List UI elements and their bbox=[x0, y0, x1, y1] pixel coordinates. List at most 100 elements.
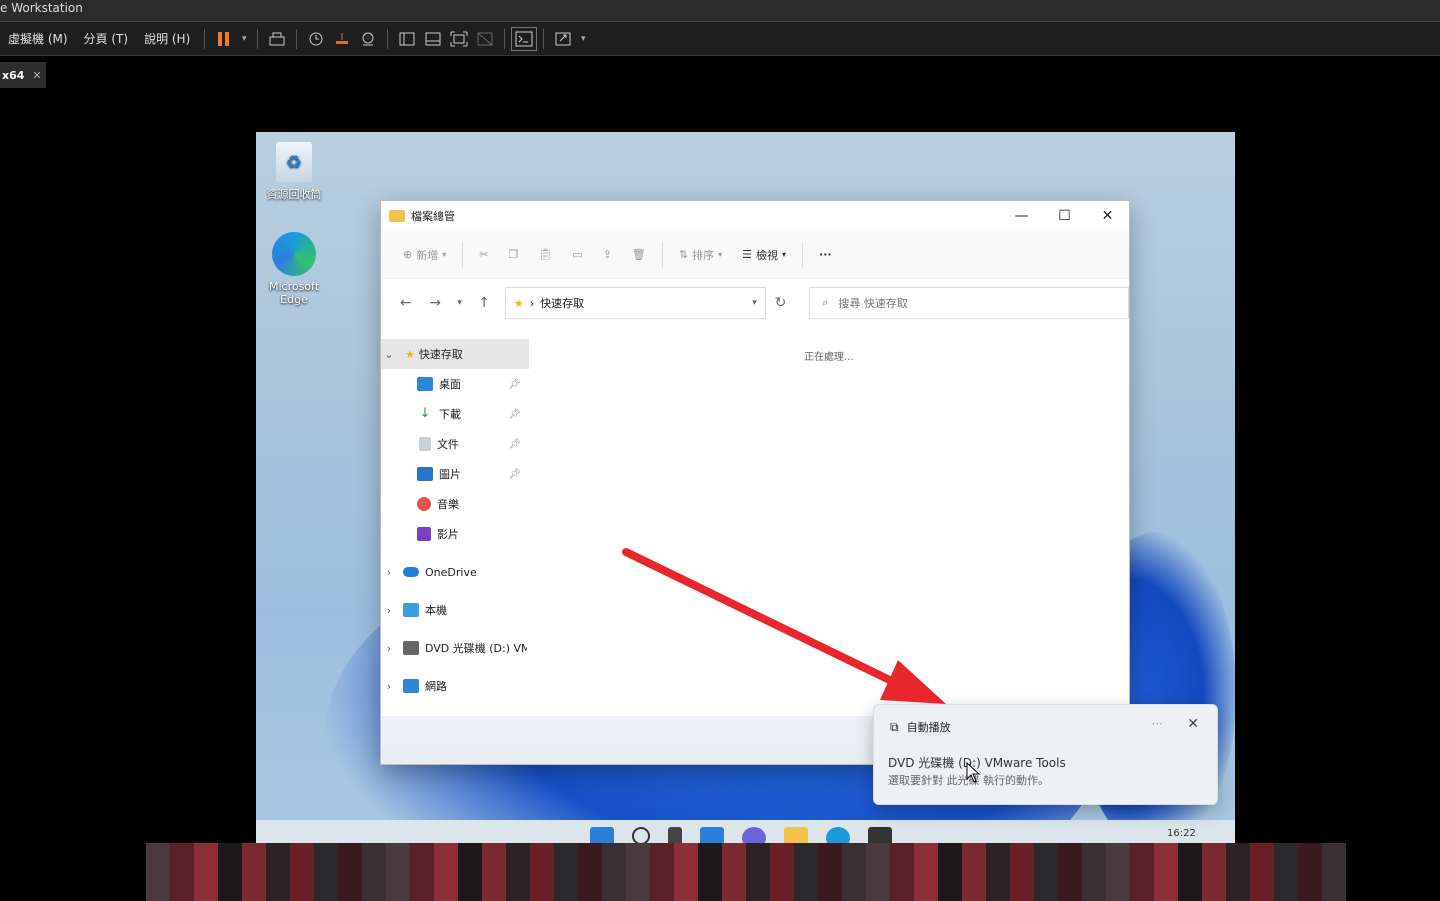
paste-button[interactable]: 📋︎ bbox=[530, 240, 560, 270]
menu-help[interactable]: 說明 (H) bbox=[136, 30, 198, 47]
pixel-block bbox=[1178, 872, 1202, 901]
pixel-block bbox=[818, 843, 842, 872]
chevron-right-icon[interactable]: › bbox=[381, 642, 397, 655]
chevron-right-icon[interactable]: › bbox=[381, 604, 397, 617]
pixel-block bbox=[1130, 872, 1154, 901]
menu-tabs[interactable]: 分頁 (T) bbox=[76, 30, 137, 47]
close-icon[interactable]: ✕ bbox=[32, 69, 41, 82]
pixel-block bbox=[698, 843, 722, 872]
copy-icon: ❐ bbox=[508, 248, 519, 261]
view-button[interactable]: ☰ 檢視 ▾ bbox=[734, 240, 794, 270]
unity-icon[interactable] bbox=[472, 27, 498, 51]
nav-item-pictures[interactable]: 圖片 📌︎ bbox=[381, 459, 531, 489]
chevron-down-icon[interactable]: ▾ bbox=[752, 298, 757, 308]
pixel-block bbox=[242, 872, 266, 901]
toolbar-separator bbox=[543, 28, 545, 49]
pixel-block bbox=[722, 872, 746, 901]
chevron-down-icon[interactable]: ▾ bbox=[576, 27, 590, 51]
command-separator bbox=[661, 241, 663, 268]
new-button[interactable]: ⊕ 新增 ▾ bbox=[395, 240, 454, 270]
revert-snapshot-icon[interactable] bbox=[329, 27, 355, 51]
nav-item-this-pc[interactable]: › 本機 bbox=[381, 595, 531, 625]
full-screen-icon[interactable] bbox=[446, 27, 472, 51]
copy-button[interactable]: ❐ bbox=[500, 240, 526, 270]
network-icon bbox=[403, 679, 419, 693]
refresh-button[interactable]: ↻ bbox=[766, 295, 795, 311]
rename-button[interactable]: ▭ bbox=[564, 240, 590, 270]
desktop-icon-label: Microsoft bbox=[268, 280, 320, 293]
pixel-block bbox=[578, 872, 602, 901]
pixel-block bbox=[1322, 843, 1346, 872]
more-button[interactable]: ··· bbox=[811, 240, 840, 270]
scissors-icon: ✂ bbox=[479, 248, 489, 261]
chevron-right-icon[interactable]: › bbox=[381, 566, 397, 579]
back-button[interactable]: ← bbox=[391, 295, 420, 311]
delete-button[interactable]: 🗑︎ bbox=[624, 240, 654, 270]
chevron-down-icon[interactable]: ⌄ bbox=[381, 348, 397, 361]
chevron-down-icon: ▾ bbox=[718, 250, 723, 259]
nav-item-dvd[interactable]: › DVD 光碟機 (D:) VM bbox=[381, 633, 531, 663]
pixel-block bbox=[410, 872, 434, 901]
stretch-icon[interactable] bbox=[550, 27, 576, 51]
address-bar[interactable]: ★ › 快速存取 ▾ bbox=[504, 287, 766, 319]
nav-item-label: 圖片 bbox=[439, 468, 461, 481]
pixel-block bbox=[362, 843, 386, 872]
recent-chevron-icon[interactable]: ▾ bbox=[450, 298, 470, 308]
thumbnail-bar-icon[interactable] bbox=[420, 27, 446, 51]
pixel-block bbox=[290, 843, 314, 872]
desktop-icon-recycle-bin[interactable]: ♻ 資源回收筒 bbox=[256, 142, 332, 202]
nav-item-downloads[interactable]: ↓ 下載 📌︎ bbox=[381, 399, 531, 429]
autoplay-notification[interactable]: ⧉ 自動播放 ··· ✕ DVD 光碟機 (D:) VMware Tools 選… bbox=[873, 704, 1218, 805]
toast-close-button[interactable]: ✕ bbox=[1187, 716, 1199, 732]
send-keys-icon[interactable] bbox=[264, 27, 290, 51]
maximize-button[interactable]: ☐ bbox=[1043, 201, 1086, 231]
pixel-block bbox=[1034, 872, 1058, 901]
pause-icon[interactable] bbox=[211, 27, 237, 51]
up-button[interactable]: ↑ bbox=[469, 295, 498, 311]
pixel-block bbox=[458, 843, 482, 872]
toast-more-button[interactable]: ··· bbox=[1152, 717, 1163, 731]
pixel-block bbox=[530, 872, 554, 901]
cut-button[interactable]: ✂ bbox=[471, 240, 496, 270]
breadcrumb: 快速存取 bbox=[540, 297, 585, 310]
minimize-button[interactable]: — bbox=[1000, 201, 1043, 231]
nav-item-onedrive[interactable]: › OneDrive bbox=[381, 557, 531, 587]
desktop-icon-label: 資源回收筒 bbox=[266, 188, 322, 201]
pixel-block bbox=[506, 843, 530, 872]
chevron-right-icon[interactable]: › bbox=[381, 680, 397, 693]
sort-button[interactable]: ⇅ 排序 ▾ bbox=[671, 240, 730, 270]
snapshot-icon[interactable] bbox=[303, 27, 329, 51]
pixel-block bbox=[578, 843, 602, 872]
forward-button[interactable]: → bbox=[420, 295, 449, 311]
toolbar-separator bbox=[204, 28, 206, 49]
toolbar-separator bbox=[296, 28, 298, 49]
download-icon: ↓ bbox=[419, 406, 431, 421]
pixel-block bbox=[1058, 872, 1082, 901]
chevron-down-icon[interactable]: ▾ bbox=[237, 27, 251, 51]
desktop-icon-edge[interactable]: Microsoft Edge bbox=[256, 232, 332, 306]
nav-item-network[interactable]: › 網路 bbox=[381, 671, 531, 701]
pixel-block bbox=[1106, 843, 1130, 872]
music-icon bbox=[417, 497, 431, 511]
vm-tab[interactable]: x64 ✕ bbox=[0, 62, 46, 88]
nav-item-label: 影片 bbox=[437, 528, 459, 541]
snapshot-manager-icon[interactable] bbox=[355, 27, 381, 51]
toolbar-separator bbox=[504, 28, 506, 49]
nav-item-music[interactable]: 音樂 bbox=[381, 489, 531, 519]
pixel-block bbox=[842, 843, 866, 872]
pixel-block bbox=[410, 843, 434, 872]
autoplay-icon: ⧉ bbox=[890, 719, 899, 734]
search-input[interactable]: ⌕ 搜尋 快速存取 bbox=[809, 287, 1129, 319]
vm-tab-bar: x64 ✕ bbox=[0, 60, 1440, 88]
menu-vm[interactable]: 虛擬機 (M) bbox=[0, 30, 76, 47]
console-icon[interactable] bbox=[511, 26, 538, 51]
close-button[interactable]: ✕ bbox=[1086, 201, 1129, 231]
desktop-icon bbox=[417, 377, 433, 391]
paste-icon: 📋︎ bbox=[538, 248, 553, 261]
library-icon[interactable] bbox=[394, 27, 420, 51]
share-button[interactable]: ⇪ bbox=[595, 240, 620, 270]
nav-item-quick-access[interactable]: ⌄ ★ 快速存取 bbox=[381, 339, 529, 369]
nav-item-videos[interactable]: 影片 bbox=[381, 519, 531, 549]
nav-item-documents[interactable]: 文件 📌︎ bbox=[381, 429, 531, 459]
nav-item-desktop[interactable]: 桌面 📌︎ bbox=[381, 369, 531, 399]
